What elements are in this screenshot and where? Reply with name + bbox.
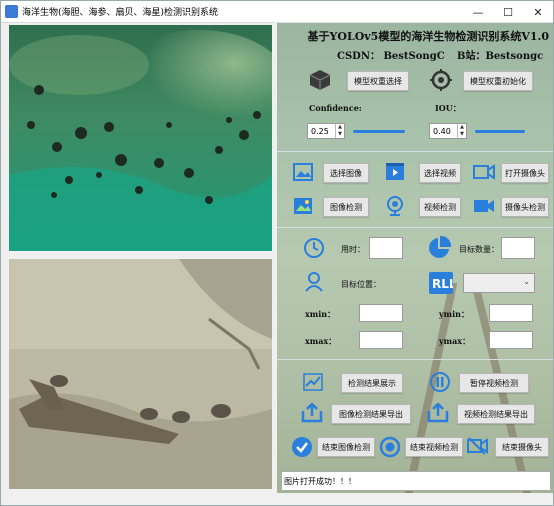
iou-slider[interactable] [475,130,525,133]
video-camera-icon [474,200,494,212]
ymin-label: ymin： [439,309,469,319]
video-file-icon [386,163,404,180]
iou-label: IOU： [435,103,461,113]
iou-value: 0.40 [433,126,451,136]
target-count-label: 目标数量： [459,245,499,254]
close-button[interactable]: ✕ [523,1,553,23]
show-results-button[interactable]: 检测结果展示 [341,373,403,393]
pause-video-button[interactable]: 暂停视频检测 [459,373,529,393]
xmin-value [359,304,403,322]
confidence-label: Confidence: [309,103,362,113]
status-message: 图片打开成功！！！ [281,471,551,491]
chevron-down-icon: ⌄ [523,277,530,286]
app-heading: 基于YOLOv5模型的海洋生物检测识别系统V1.0 [307,30,549,43]
minimize-button[interactable]: — [463,1,493,23]
xmin-label: xmin： [305,309,336,319]
title-bar: 海洋生物(海胆、海参、扇贝、海星)检测识别系统 — ☐ ✕ [1,1,553,23]
export-video-results-button[interactable]: 视频检测结果导出 [457,404,535,424]
export-image-results-button[interactable]: 图像检测结果导出 [331,404,411,424]
csdn-label: CSDN： BestSongC [337,51,445,62]
xmax-label: xmax： [305,336,337,346]
line-chart-icon [303,373,323,391]
stop-record-icon [379,436,401,458]
confidence-slider[interactable] [353,130,405,133]
select-weights-button[interactable]: 模型权重选择 [347,71,409,91]
divider [277,227,553,228]
detect-camera-button[interactable]: 摄像头检测 [501,197,549,217]
pause-icon [430,372,450,392]
confidence-spinbox[interactable]: 0.25 ▲ ▼ [307,123,345,139]
init-weights-button[interactable]: 模型权重初始化 [463,71,533,91]
ymax-value [489,331,533,349]
xmax-value [359,331,403,349]
camera-icon [473,164,495,180]
end-video-detection-button[interactable]: 结束视频检测 [405,437,463,457]
select-video-button[interactable]: 选择视频 [419,163,461,183]
maximize-button[interactable]: ☐ [493,1,523,23]
target-position-label: 目标位置： [341,280,381,289]
export-icon [427,403,449,423]
source-image-view [9,259,272,489]
underwater-image [9,25,272,251]
app-window: 海洋生物(海胆、海参、扇贝、海星)检测识别系统 — ☐ ✕ 基于YOLOv5模型… [0,0,554,506]
confidence-value: 0.25 [311,126,329,136]
bilibili-label: B站：Bestsongc [457,51,544,62]
detect-video-button[interactable]: 视频检测 [419,197,461,217]
cube-icon [309,70,331,90]
export-icon [301,403,323,423]
river-ducks-image [9,259,272,489]
detection-image-view [9,25,272,251]
time-label: 用时： [341,245,365,254]
detect-image-button[interactable]: 图像检测 [323,197,369,217]
time-value [369,237,403,259]
divider [277,151,553,152]
target-count-value [501,237,535,259]
user-pin-icon [305,272,323,292]
check-circle-icon [292,437,312,457]
ymax-label: ymax： [439,336,471,346]
all-targets-icon: RLL [429,272,453,294]
iou-spinbox[interactable]: 0.40 ▲ ▼ [429,123,467,139]
end-camera-button[interactable]: 结束摄像头 [495,437,549,457]
app-icon [5,5,18,18]
divider [277,359,553,360]
spin-arrows-icon[interactable]: ▲ ▼ [335,124,344,138]
end-image-detection-button[interactable]: 结束图像检测 [317,437,375,457]
pie-chart-icon [429,236,451,258]
spin-arrows-icon[interactable]: ▲ ▼ [457,124,466,138]
clock-icon [304,238,324,258]
camera-off-icon [467,437,488,455]
target-select-dropdown[interactable]: ⌄ [463,273,535,293]
target-icon [430,69,452,91]
ymin-value [489,304,533,322]
open-camera-button[interactable]: 打开摄像头 [501,163,549,183]
svg-text:RLL: RLL [432,277,453,291]
image-icon [293,163,313,181]
control-panel: 基于YOLOv5模型的海洋生物检测识别系统V1.0 CSDN： BestSong… [277,23,553,493]
webcam-icon [387,196,403,216]
image-detect-icon [294,198,312,214]
window-title: 海洋生物(海胆、海参、扇贝、海星)检测识别系统 [22,8,219,18]
select-image-button[interactable]: 选择图像 [323,163,369,183]
